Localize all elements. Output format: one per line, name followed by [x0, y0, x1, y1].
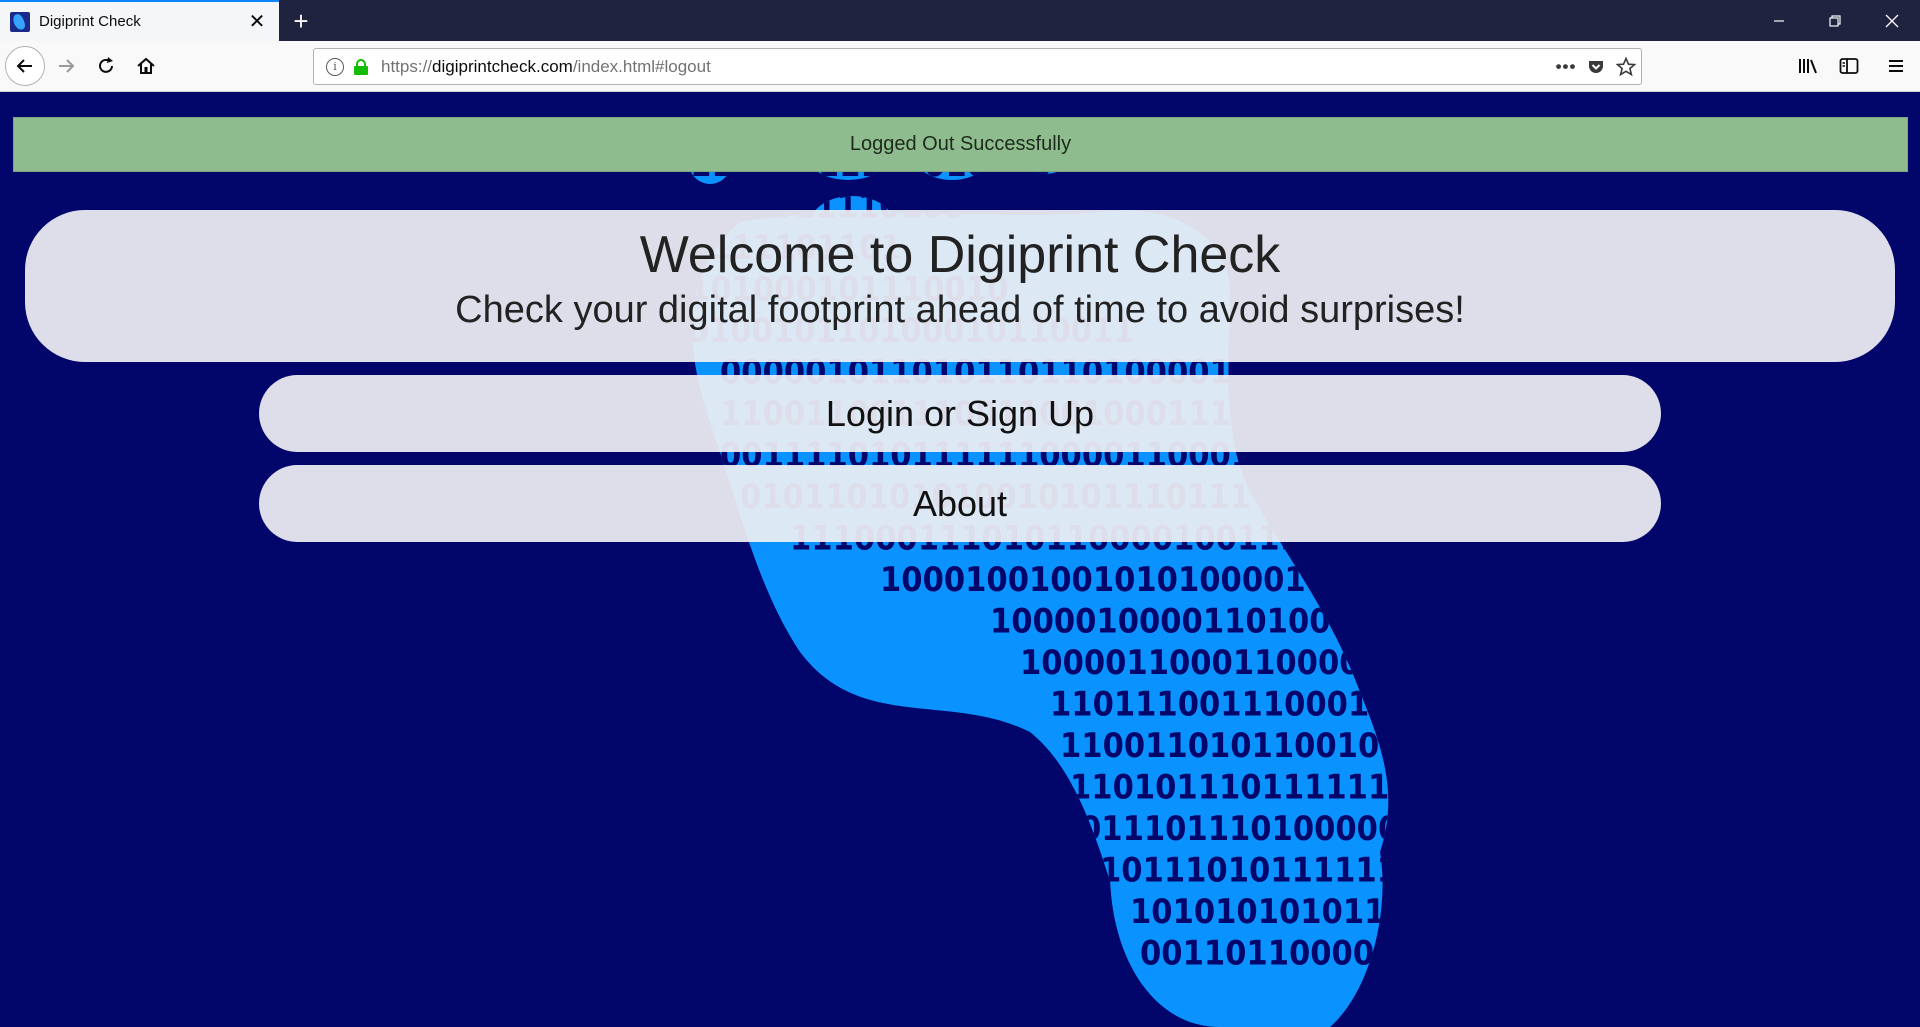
home-icon [137, 57, 155, 74]
binary-row: 00110110000 [1140, 934, 1374, 974]
page-content: 1111111110101001011010011000010111101000… [0, 92, 1920, 1027]
back-button[interactable] [5, 46, 45, 86]
binary-row: 1100110101100101 [1060, 726, 1401, 766]
plus-icon: + [293, 5, 309, 36]
digiprint-favicon-icon [10, 11, 30, 32]
binary-row: 0111011101000001 [1080, 809, 1421, 849]
url-text[interactable]: https://digiprintcheck.com/index.html#lo… [381, 57, 1551, 77]
window-minimize-button[interactable] [1751, 0, 1807, 41]
restore-icon [1829, 14, 1841, 27]
binary-row: 110111001110001101 [1050, 685, 1433, 725]
binary-row: 1010101010111 [1130, 892, 1407, 932]
page-subtitle: Check your digital footprint ahead of ti… [455, 288, 1465, 331]
more-icon[interactable]: ••• [1551, 52, 1581, 82]
library-icon [1799, 59, 1817, 74]
sidebar-button[interactable] [1829, 46, 1869, 86]
lock-icon[interactable] [354, 58, 368, 75]
login-signup-button[interactable]: Login or Sign Up [259, 375, 1661, 452]
hamburger-icon [1889, 60, 1903, 72]
menu-button[interactable] [1876, 46, 1916, 86]
binary-row: 11010111011111101 [1070, 768, 1432, 808]
library-button[interactable] [1788, 46, 1828, 86]
binary-row: 10000100001101001 [990, 602, 1352, 642]
browser-tab-bar: Digiprint Check ✕ + [0, 0, 1920, 41]
welcome-banner: Welcome to Digiprint Check Check your di… [25, 210, 1895, 362]
close-icon [1885, 14, 1899, 27]
sidebar-icon [1839, 58, 1859, 74]
about-button[interactable]: About [259, 465, 1661, 542]
pocket-icon[interactable] [1581, 52, 1611, 82]
page-title: Welcome to Digiprint Check [639, 226, 1281, 284]
forward-button[interactable] [46, 46, 86, 86]
window-close-button[interactable] [1864, 0, 1920, 41]
binary-row: 10111010111111001 [1100, 851, 1462, 891]
close-icon[interactable]: ✕ [245, 10, 269, 34]
browser-toolbar: i https://digiprintcheck.com/index.html#… [0, 41, 1920, 92]
binary-row: 100010010010101000010 [880, 560, 1327, 600]
address-bar[interactable]: i https://digiprintcheck.com/index.html#… [313, 48, 1642, 85]
tab-title: Digiprint Check [39, 13, 141, 30]
browser-tab-active[interactable]: Digiprint Check ✕ [0, 0, 279, 41]
window-restore-button[interactable] [1807, 0, 1863, 41]
arrow-right-icon [59, 59, 75, 73]
star-icon[interactable] [1611, 52, 1641, 82]
logout-success-alert: Logged Out Successfully [13, 117, 1908, 172]
reload-icon [99, 57, 113, 73]
info-icon[interactable]: i [326, 57, 344, 76]
new-tab-button[interactable]: + [286, 6, 316, 36]
home-button[interactable] [126, 46, 166, 86]
arrow-left-icon [16, 59, 32, 73]
minimize-icon [1774, 19, 1784, 22]
binary-row: 100001100011000011 [1020, 643, 1403, 683]
reload-button[interactable] [86, 46, 126, 86]
